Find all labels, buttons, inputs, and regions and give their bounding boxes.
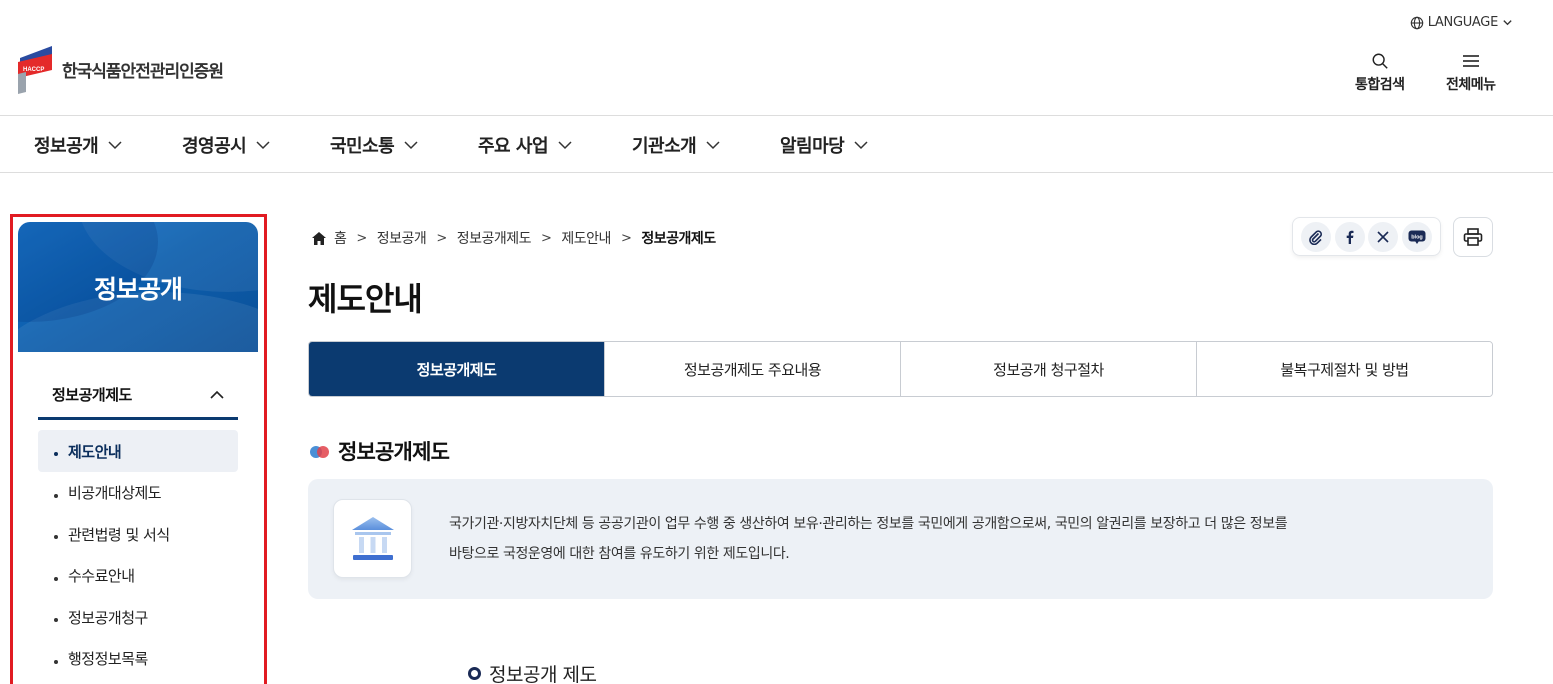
menu-label: 전체메뉴	[1446, 77, 1496, 93]
sidebar-banner-title: 정보공개	[93, 275, 183, 304]
gnb-item-label: 알림마당	[780, 136, 845, 157]
integrated-search-button[interactable]: 통합검색	[1355, 52, 1405, 94]
chevron-down-icon	[404, 141, 418, 150]
bullet-dot	[54, 659, 58, 664]
global-navigation: 정보공개 경영공시 국민소통 주요 사업 기관소개 알림마당	[0, 115, 1553, 173]
sidebar-item-admin-list[interactable]: 행정정보목록	[38, 638, 238, 680]
gnb-item-label: 주요 사업	[478, 136, 549, 157]
gnb-item-info-disclosure[interactable]: 정보공개	[34, 132, 122, 158]
sidebar-section-toggle[interactable]: 정보공개제도	[38, 372, 238, 420]
government-building-icon	[333, 499, 412, 578]
x-icon	[1377, 230, 1389, 243]
sidebar-item-label: 관련법령 및 서식	[68, 525, 170, 544]
language-label: LANGUAGE	[1427, 15, 1499, 30]
description-line: 국가기관·지방자치단체 등 공공기관이 업무 수행 중 생산하여 보유·관리하는…	[449, 516, 1288, 532]
facebook-icon	[1346, 230, 1354, 244]
site-logo[interactable]: HACCP 한국식품안전관리인증원	[16, 44, 224, 94]
all-menu-button[interactable]: 전체메뉴	[1446, 52, 1496, 94]
x-share-button[interactable]	[1368, 221, 1399, 252]
sidebar-item-label: 정보공개청구	[68, 608, 148, 627]
section-heading: 정보공개제도	[308, 436, 450, 466]
sidebar-item-laws-forms[interactable]: 관련법령 및 서식	[38, 514, 238, 556]
info-description: 국가기관·지방자치단체 등 공공기관이 업무 수행 중 생산하여 보유·관리하는…	[449, 509, 1459, 569]
sidebar-item-label: 비공개대상제도	[68, 484, 162, 503]
breadcrumb-item[interactable]: 제도안내	[561, 228, 611, 248]
breadcrumb-separator: >	[436, 230, 447, 246]
sidebar-item-system-guide[interactable]: 제도안내	[38, 430, 238, 472]
sidebar-banner: 정보공개	[18, 222, 258, 352]
haccp-logo-icon: HACCP	[16, 44, 56, 94]
sidebar-item-label: 수수료안내	[68, 567, 135, 586]
sidebar-item-label: 행정정보목록	[68, 650, 148, 669]
content-tabs: 정보공개제도 정보공개제도 주요내용 정보공개 청구절차 불복구제절차 및 방법	[308, 341, 1493, 397]
page-title: 제도안내	[308, 280, 423, 318]
breadcrumb-separator: >	[356, 230, 367, 246]
chevron-down-icon	[108, 141, 122, 150]
breadcrumb-separator: >	[541, 230, 552, 246]
breadcrumb: 홈 > 정보공개 > 정보공개제도 > 제도안내 > 정보공개제도	[312, 228, 716, 248]
chevron-down-icon	[558, 141, 572, 150]
blog-share-button[interactable]: blog	[1402, 221, 1433, 252]
description-line: 바탕으로 국정운영에 대한 참여를 유도하기 위한 제도입니다.	[449, 546, 790, 562]
search-icon	[1372, 53, 1388, 69]
tab-request-procedure[interactable]: 정보공개 청구절차	[900, 342, 1196, 396]
breadcrumb-current: 정보공개제도	[641, 231, 716, 247]
bullet-dot	[54, 535, 58, 540]
sidebar-list: 제도안내 비공개대상제도 관련법령 및 서식 수수료안내 정보공개청구 행정정보…	[38, 430, 238, 680]
breadcrumb-item[interactable]: 정보공개	[377, 228, 427, 248]
hamburger-icon	[1462, 55, 1479, 67]
tab-appeal-procedure[interactable]: 불복구제절차 및 방법	[1196, 342, 1492, 396]
globe-icon	[1410, 16, 1423, 29]
ring-bullet-icon	[468, 667, 481, 680]
chevron-down-icon	[1503, 20, 1512, 26]
gnb-item-communication[interactable]: 국민소통	[330, 132, 418, 158]
gnb-item-label: 정보공개	[34, 136, 99, 157]
gnb-item-business[interactable]: 주요 사업	[478, 132, 572, 158]
home-icon[interactable]	[312, 231, 326, 245]
bullet-dot	[54, 618, 58, 623]
sub-heading: 정보공개 제도	[468, 660, 597, 684]
sub-heading-text: 정보공개 제도	[489, 664, 597, 684]
gnb-item-notice[interactable]: 알림마당	[780, 132, 868, 158]
bullet-dot	[54, 452, 58, 456]
chevron-down-icon	[256, 141, 270, 150]
chevron-down-icon	[706, 141, 720, 150]
info-box: 국가기관·지방자치단체 등 공공기관이 업무 수행 중 생산하여 보유·관리하는…	[308, 479, 1493, 599]
bullet-dot	[54, 576, 58, 581]
logo-badge-text: HACCP	[23, 67, 44, 73]
breadcrumb-home[interactable]: 홈	[334, 228, 347, 248]
sidebar-item-fees[interactable]: 수수료안내	[38, 555, 238, 597]
printer-icon	[1463, 228, 1483, 246]
gnb-item-label: 경영공시	[182, 136, 247, 157]
sidebar-item-request[interactable]: 정보공개청구	[38, 597, 238, 639]
facebook-share-button[interactable]	[1334, 221, 1365, 252]
sidebar-item-non-disclosure[interactable]: 비공개대상제도	[38, 472, 238, 514]
sidebar-item-label: 제도안내	[68, 442, 122, 461]
section-title: 정보공개제도	[338, 440, 450, 464]
tab-info-disclosure-system[interactable]: 정보공개제도	[309, 342, 604, 396]
language-selector[interactable]: LANGUAGE	[1410, 15, 1513, 30]
link-share-button[interactable]	[1300, 221, 1331, 252]
tab-main-contents[interactable]: 정보공개제도 주요내용	[604, 342, 900, 396]
gnb-item-label: 기관소개	[632, 136, 697, 157]
org-name: 한국식품안전관리인증원	[62, 61, 224, 82]
blog-icon: blog	[1408, 230, 1426, 244]
bullet-dot	[54, 493, 58, 498]
search-label: 통합검색	[1355, 77, 1405, 93]
share-toolbar: blog	[1292, 217, 1441, 256]
section-bullet-icon	[310, 446, 329, 458]
gnb-item-about[interactable]: 기관소개	[632, 132, 720, 158]
breadcrumb-separator: >	[620, 230, 632, 246]
print-button[interactable]	[1453, 217, 1493, 257]
chevron-up-icon	[210, 390, 224, 399]
sidebar-section-title: 정보공개제도	[52, 386, 132, 404]
breadcrumb-item[interactable]: 정보공개제도	[457, 228, 532, 248]
chevron-down-icon	[854, 141, 868, 150]
blog-icon-text: blog	[1411, 234, 1423, 240]
gnb-item-label: 국민소통	[330, 136, 395, 157]
gnb-item-management[interactable]: 경영공시	[182, 132, 270, 158]
link-icon	[1308, 229, 1322, 245]
